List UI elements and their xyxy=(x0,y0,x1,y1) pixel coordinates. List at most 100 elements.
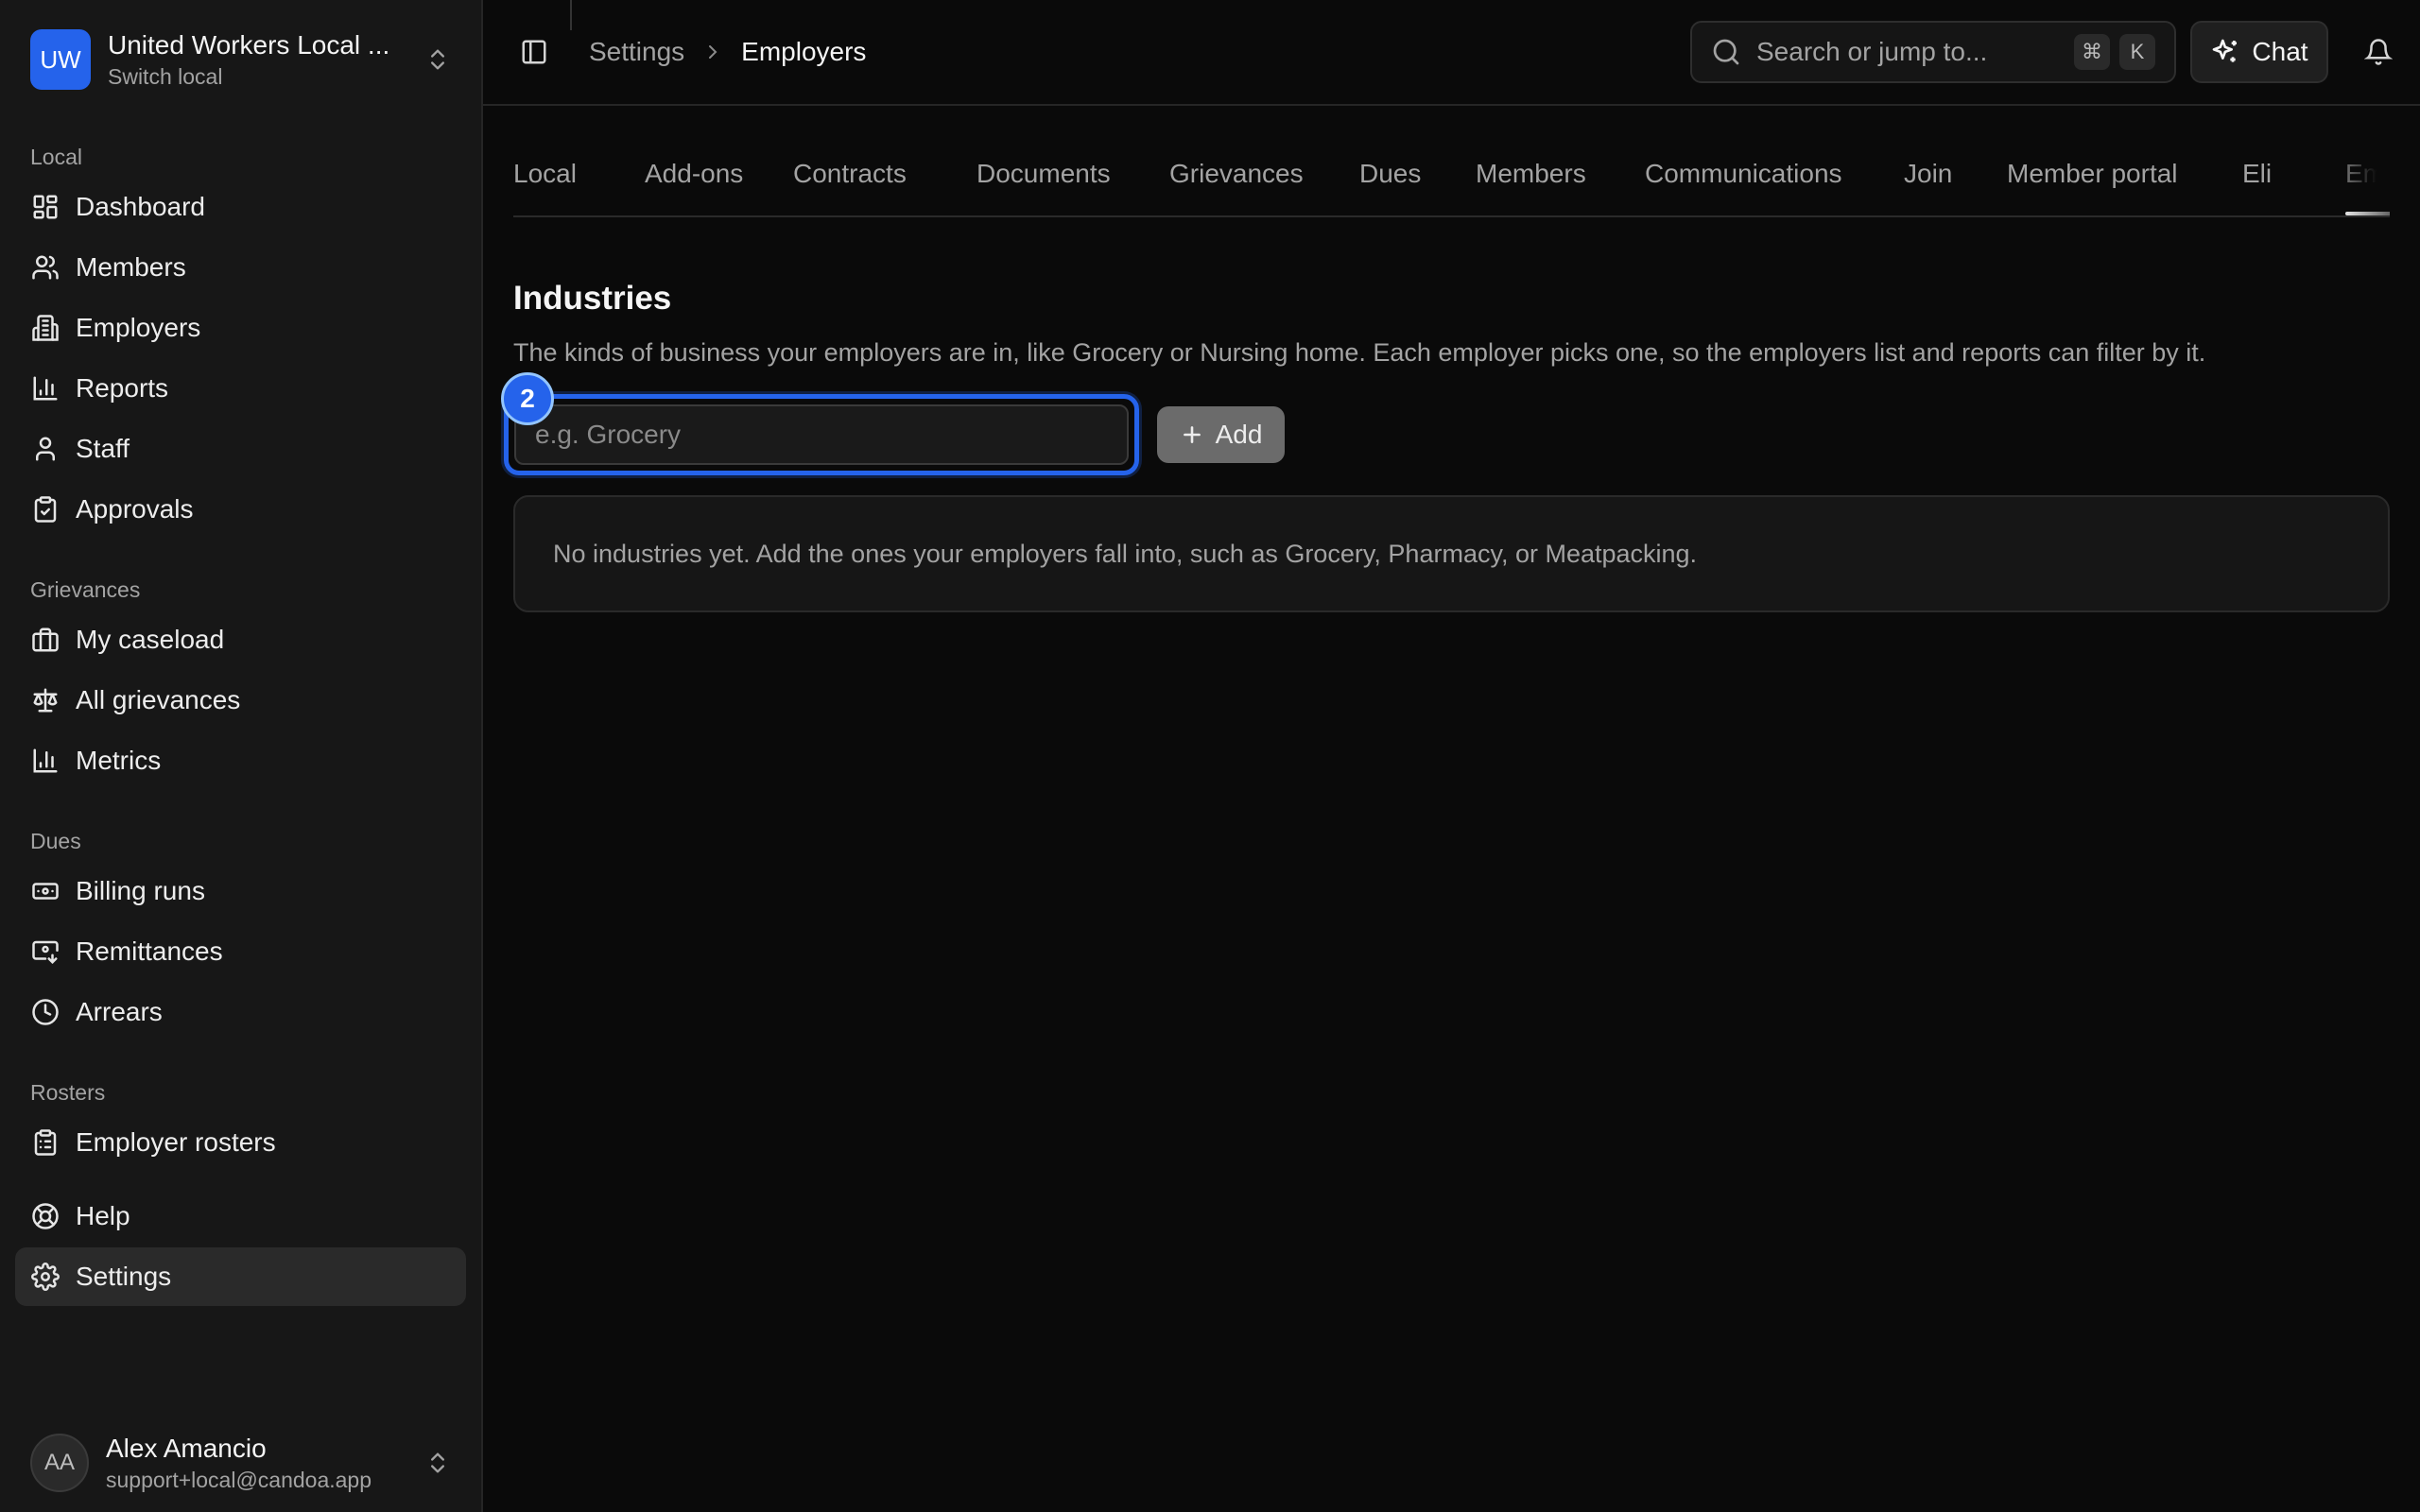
sidebar-item-label: Billing runs xyxy=(76,876,205,905)
chevrons-up-down-icon xyxy=(431,1452,444,1473)
chat-label: Chat xyxy=(2252,37,2308,66)
sidebar-item-my-caseload[interactable]: My caseload xyxy=(15,610,466,669)
bar-chart-icon xyxy=(30,373,60,404)
tab-local[interactable]: Local xyxy=(513,149,577,215)
tab-grievances[interactable]: Grievances xyxy=(1169,149,1304,215)
sidebar-item-label: Approvals xyxy=(76,494,194,524)
briefcase-icon xyxy=(30,625,60,655)
sidebar-item-billing-runs[interactable]: Billing runs xyxy=(15,862,466,920)
nav-group-local: Local Dashboard Members Employers Report… xyxy=(0,138,481,541)
scale-icon xyxy=(30,685,60,715)
active-tab-indicator xyxy=(2345,212,2390,215)
sidebar: UW United Workers Local ... Switch local… xyxy=(0,0,483,1512)
step-badge: 2 xyxy=(501,372,554,425)
section-description: The kinds of business your employers are… xyxy=(513,338,2206,367)
tab-member-portal[interactable]: Member portal xyxy=(2007,149,2178,215)
tab-dues[interactable]: Dues xyxy=(1359,149,1421,215)
dashboard-icon xyxy=(30,192,60,222)
sidebar-item-reports[interactable]: Reports xyxy=(15,359,466,418)
tab-employers[interactable]: Emplo xyxy=(2345,149,2390,215)
sidebar-item-remittances[interactable]: Remittances xyxy=(15,922,466,981)
empty-state-text: No industries yet. Add the ones your emp… xyxy=(553,539,1698,568)
sidebar-item-label: Dashboard xyxy=(76,192,205,221)
nav-group-label: Local xyxy=(30,144,82,169)
nav-group-dues: Dues Billing runs Remittances Arrears xyxy=(0,822,481,1043)
breadcrumb-current: Employers xyxy=(741,37,867,66)
users-icon xyxy=(30,252,60,283)
clipboard-list-icon xyxy=(30,1127,60,1158)
nav-group-label: Rosters xyxy=(30,1079,106,1105)
topbar: Settings Employers Search or jump to... … xyxy=(483,0,2420,106)
tab-contracts[interactable]: Contracts xyxy=(793,149,907,215)
sidebar-item-label: Remittances xyxy=(76,936,223,966)
sidebar-item-settings[interactable]: Settings xyxy=(15,1247,466,1306)
chevron-right-icon xyxy=(709,45,717,59)
empty-state: No industries yet. Add the ones your emp… xyxy=(513,495,2390,612)
chevrons-up-down-icon xyxy=(431,49,444,70)
org-switcher[interactable]: UW United Workers Local ... Switch local xyxy=(0,15,481,104)
user-email: support+local@candoa.app xyxy=(106,1467,372,1492)
breadcrumb-settings-link[interactable]: Settings xyxy=(589,37,684,67)
sidebar-item-arrears[interactable]: Arrears xyxy=(15,983,466,1041)
sidebar-item-label: Employer rosters xyxy=(76,1127,276,1157)
add-industry-button[interactable]: Add xyxy=(1157,406,1285,463)
search-input[interactable]: Search or jump to... ⌘ K xyxy=(1690,21,2176,83)
tab-communications[interactable]: Communications xyxy=(1645,149,1842,215)
sidebar-item-label: Help xyxy=(76,1201,130,1230)
avatar: AA xyxy=(30,1434,89,1492)
settings-tabs: Local Add-ons Contracts Documents Grieva… xyxy=(513,149,2390,217)
tab-join[interactable]: Join xyxy=(1904,149,1952,215)
sparkles-icon xyxy=(2213,39,2238,62)
org-name: United Workers Local ... xyxy=(108,29,390,60)
chat-button[interactable]: Chat xyxy=(2190,21,2328,83)
building-icon xyxy=(30,313,60,343)
nav-group-grievances: Grievances My caseload All grievances Me… xyxy=(0,571,481,792)
sidebar-item-employer-rosters[interactable]: Employer rosters xyxy=(15,1113,466,1172)
sidebar-item-approvals[interactable]: Approvals xyxy=(15,480,466,539)
sidebar-item-all-grievances[interactable]: All grievances xyxy=(15,671,466,730)
sidebar-item-staff[interactable]: Staff xyxy=(15,420,466,478)
nav-group-label: Dues xyxy=(30,828,81,853)
life-buoy-icon xyxy=(30,1201,60,1231)
user-name: Alex Amancio xyxy=(106,1433,267,1463)
sidebar-item-label: Settings xyxy=(76,1262,172,1291)
notifications-button[interactable] xyxy=(2353,26,2404,77)
bar-chart-icon xyxy=(30,746,60,776)
sidebar-item-label: Members xyxy=(76,252,186,282)
panel-left-icon xyxy=(522,40,546,64)
tab-members[interactable]: Members xyxy=(1476,149,1586,215)
gear-icon xyxy=(30,1262,60,1292)
sidebar-item-help[interactable]: Help xyxy=(15,1187,466,1246)
industry-name-input[interactable] xyxy=(514,404,1129,465)
org-avatar: UW xyxy=(30,29,91,90)
banknote-icon xyxy=(30,876,60,906)
topbar-divider xyxy=(570,0,572,30)
add-label: Add xyxy=(1215,420,1263,449)
user-icon xyxy=(30,434,60,464)
breadcrumb: Settings Employers xyxy=(589,37,866,67)
sidebar-item-label: My caseload xyxy=(76,625,225,654)
nav-group-label: Grievances xyxy=(30,576,141,602)
clock-icon xyxy=(30,997,60,1027)
tab-eli[interactable]: Eli xyxy=(2242,149,2272,215)
sidebar-item-label: Staff xyxy=(76,434,130,463)
org-switch-label: Switch local xyxy=(108,63,223,89)
sidebar-item-dashboard[interactable]: Dashboard xyxy=(15,178,466,236)
sidebar-item-label: Reports xyxy=(76,373,169,403)
industry-input-focus-ring: 2 xyxy=(501,372,1139,475)
sidebar-item-label: Employers xyxy=(76,313,201,342)
sidebar-item-metrics[interactable]: Metrics xyxy=(15,731,466,790)
bell-icon xyxy=(2364,39,2393,65)
tab-add-ons[interactable]: Add-ons xyxy=(645,149,743,215)
sidebar-toggle-button[interactable] xyxy=(508,26,561,78)
nav-group-rosters: Rosters Employer rosters xyxy=(0,1074,481,1174)
search-placeholder: Search or jump to... xyxy=(1756,37,1988,66)
user-menu[interactable]: AA Alex Amancio support+local@candoa.app xyxy=(0,1414,481,1512)
sidebar-item-members[interactable]: Members xyxy=(15,238,466,297)
sidebar-item-label: All grievances xyxy=(76,685,241,714)
tab-documents[interactable]: Documents xyxy=(977,149,1111,215)
sidebar-item-label: Arrears xyxy=(76,997,163,1026)
sidebar-item-employers[interactable]: Employers xyxy=(15,299,466,357)
app-root: UW United Workers Local ... Switch local… xyxy=(0,0,2420,1512)
section-title: Industries xyxy=(513,280,672,317)
